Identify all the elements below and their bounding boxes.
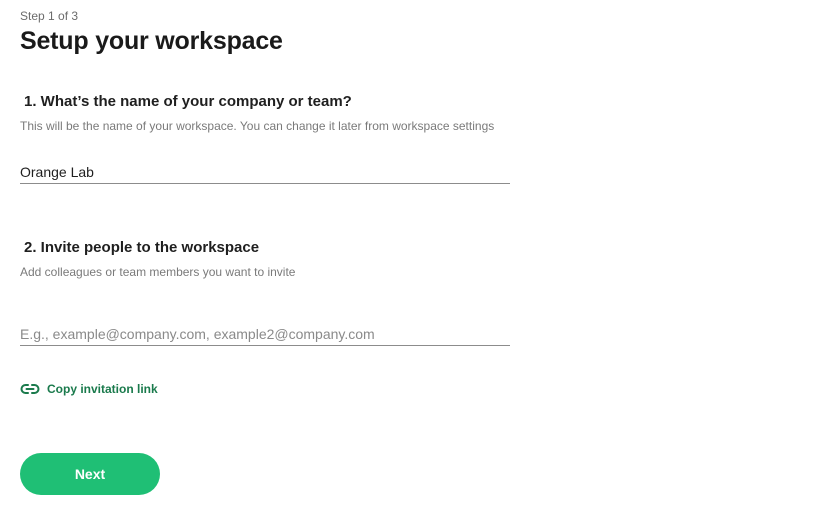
invite-people-hint: Add colleagues or team members you want … bbox=[20, 265, 296, 279]
copy-invitation-link-label: Copy invitation link bbox=[47, 382, 158, 396]
page-title: Setup your workspace bbox=[20, 27, 283, 55]
company-name-hint: This will be the name of your workspace.… bbox=[20, 119, 495, 133]
step-indicator: Step 1 of 3 bbox=[20, 9, 79, 23]
link-icon bbox=[20, 382, 40, 396]
copy-invitation-link[interactable]: Copy invitation link bbox=[20, 382, 158, 396]
company-name-question: 1. What’s the name of your company or te… bbox=[24, 93, 352, 110]
company-name-input[interactable] bbox=[20, 160, 510, 184]
next-button[interactable]: Next bbox=[20, 453, 160, 495]
invite-people-question: 2. Invite people to the workspace bbox=[24, 239, 260, 256]
workspace-setup-page: Step 1 of 3 Setup your workspace 1. What… bbox=[0, 0, 825, 520]
invite-emails-input[interactable] bbox=[20, 322, 510, 346]
